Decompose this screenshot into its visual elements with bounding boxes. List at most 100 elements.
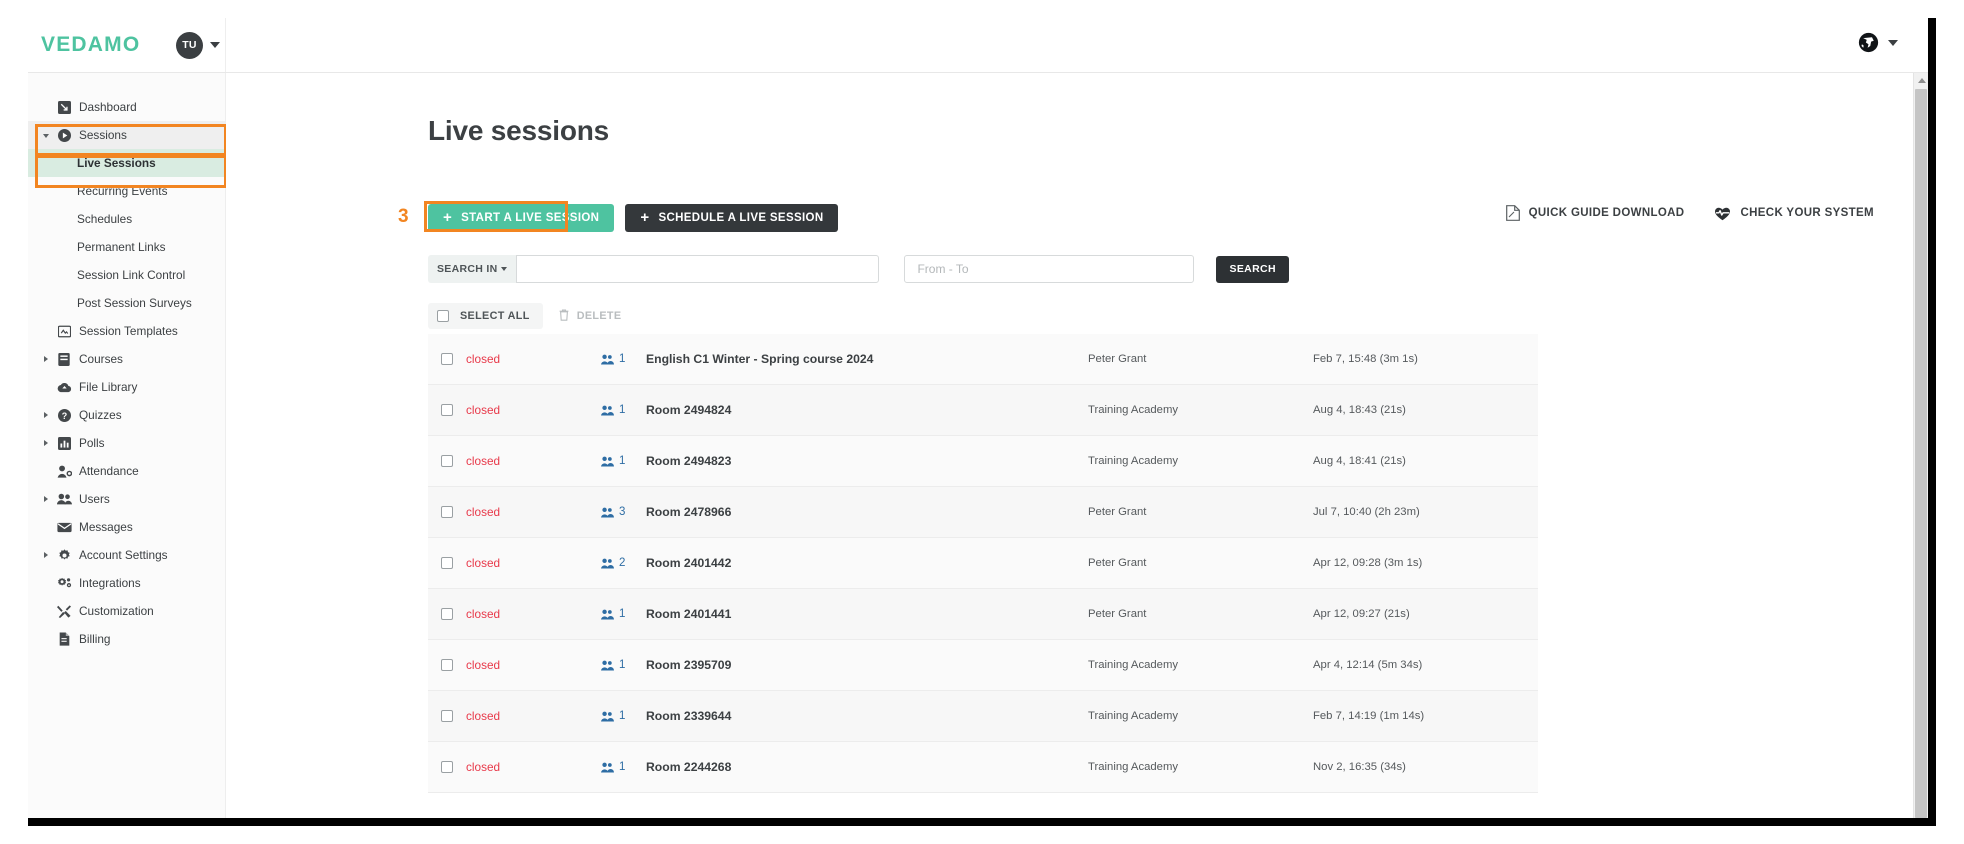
participants-cell: 1 [601, 404, 646, 416]
row-checkbox[interactable] [441, 710, 453, 722]
question-circle-icon: ? [56, 408, 72, 422]
sidebar-item-file-library[interactable]: File Library [28, 373, 225, 401]
select-all-checkbox[interactable] [437, 310, 449, 322]
session-date: Feb 7, 15:48 (3m 1s) [1313, 353, 1418, 365]
table-row[interactable]: closed 1 Room 2339644 Training Academy Feb 7… [428, 691, 1538, 742]
scrollbar-thumb[interactable] [1915, 89, 1927, 818]
session-name[interactable]: Room 2401441 [646, 607, 1088, 621]
session-name[interactable]: English C1 Winter - Spring course 2024 [646, 352, 1088, 366]
participants-count: 1 [619, 455, 626, 467]
sidebar-item-post-session-surveys[interactable]: Post Session Surveys [28, 289, 225, 317]
participants-cell: 1 [601, 710, 646, 722]
sidebar-item-schedules[interactable]: Schedules [28, 205, 225, 233]
session-name[interactable]: Room 2494824 [646, 403, 1088, 417]
session-name[interactable]: Room 2395709 [646, 658, 1088, 672]
bulk-actions-bar: SELECT ALL DELETE [428, 303, 627, 329]
quick-guide-download-link[interactable]: QUICK GUIDE DOWNLOAD [1505, 205, 1685, 221]
sidebar-item-account-settings[interactable]: Account Settings [28, 541, 225, 569]
primary-action-buttons: + START A LIVE SESSION + SCHEDULE A LIVE… [428, 204, 839, 232]
vertical-scrollbar[interactable] [1913, 73, 1928, 818]
schedule-a-live-session-label: SCHEDULE A LIVE SESSION [658, 212, 824, 224]
session-name[interactable]: Room 2339644 [646, 709, 1088, 723]
status-badge: closed [466, 454, 501, 468]
sidebar-item-polls[interactable]: Polls [28, 429, 225, 457]
sidebar-item-label: Quizzes [79, 408, 122, 422]
participants-count: 1 [619, 710, 626, 722]
table-row[interactable]: closed 1 English C1 Winter - Spring course… [428, 334, 1538, 385]
row-checkbox-cell [428, 557, 466, 569]
select-all-label: SELECT ALL [460, 310, 530, 322]
session-name[interactable]: Room 2478966 [646, 505, 1088, 519]
sidebar-item-label: Courses [79, 352, 123, 366]
session-name[interactable]: Room 2401442 [646, 556, 1088, 570]
sidebar-item-label: Recurring Events [77, 184, 168, 198]
start-a-live-session-button[interactable]: + START A LIVE SESSION [428, 204, 615, 232]
avatar[interactable]: TU [176, 32, 203, 59]
date-range-input[interactable] [904, 255, 1195, 283]
language-switcher[interactable] [1858, 32, 1898, 53]
chevron-down-icon[interactable] [210, 42, 220, 48]
sidebar-item-customization[interactable]: Customization [28, 597, 225, 625]
search-button[interactable]: SEARCH [1216, 255, 1289, 283]
participants-cell: 1 [601, 608, 646, 620]
row-checkbox[interactable] [441, 455, 453, 467]
row-checkbox-cell [428, 455, 466, 467]
chevron-down-icon[interactable] [1888, 39, 1898, 46]
table-row[interactable]: closed 1 Room 2494824 Training Academy Aug 4… [428, 385, 1538, 436]
brand-pane: VEDAMO TU [28, 18, 226, 72]
row-checkbox[interactable] [441, 608, 453, 620]
sidebar-item-billing[interactable]: Billing [28, 625, 225, 653]
session-name[interactable]: Room 2494823 [646, 454, 1088, 468]
table-row[interactable]: closed 1 Room 2494823 Training Academy Aug 4… [428, 436, 1538, 487]
sidebar-item-recurring-events[interactable]: Recurring Events [28, 177, 225, 205]
row-checkbox[interactable] [441, 353, 453, 365]
row-checkbox[interactable] [441, 404, 453, 416]
table-row[interactable]: closed 1 Room 2401441 Peter Grant Apr 12, 09… [428, 589, 1538, 640]
sidebar-item-session-link-control[interactable]: Session Link Control [28, 261, 225, 289]
status-badge: closed [466, 607, 501, 621]
schedule-a-live-session-button[interactable]: + SCHEDULE A LIVE SESSION [625, 204, 839, 232]
select-all-button[interactable]: SELECT ALL [428, 303, 543, 329]
sidebar-item-users[interactable]: Users [28, 485, 225, 513]
sidebar-item-attendance[interactable]: Attendance [28, 457, 225, 485]
table-row[interactable]: closed 2 Room 2401442 Peter Grant Apr 12, 09… [428, 538, 1538, 589]
row-checkbox-cell [428, 353, 466, 365]
participants-count: 3 [619, 506, 626, 518]
delete-button[interactable]: DELETE [553, 309, 628, 324]
sidebar-item-dashboard[interactable]: Dashboard [28, 93, 225, 121]
sidebar-item-label: Messages [79, 520, 133, 534]
sidebar-item-permanent-links[interactable]: Permanent Links [28, 233, 225, 261]
vedamo-logo[interactable]: VEDAMO [41, 33, 140, 57]
sidebar-item-label: Session Link Control [77, 268, 186, 282]
sidebar-item-messages[interactable]: Messages [28, 513, 225, 541]
sidebar-item-courses[interactable]: Courses [28, 345, 225, 373]
scroll-up-arrow-icon[interactable] [1917, 78, 1926, 83]
row-checkbox[interactable] [441, 506, 453, 518]
sidebar-item-integrations[interactable]: Integrations [28, 569, 225, 597]
chevron-right-icon [44, 552, 48, 558]
row-checkbox[interactable] [441, 557, 453, 569]
row-checkbox[interactable] [441, 761, 453, 773]
search-input[interactable] [516, 255, 880, 283]
table-row[interactable]: closed 3 Room 2478966 Peter Grant Jul 7, 10:… [428, 487, 1538, 538]
sidebar-item-session-templates[interactable]: Session Templates [28, 317, 225, 345]
session-name[interactable]: Room 2244268 [646, 760, 1088, 774]
sidebar-item-live-sessions[interactable]: Live Sessions [28, 149, 225, 177]
sidebar-item-label: Customization [79, 604, 154, 618]
search-in-dropdown[interactable]: SEARCH IN [428, 255, 517, 283]
search-in-label: SEARCH IN [437, 263, 498, 275]
envelope-icon [56, 522, 72, 533]
table-row[interactable]: closed 1 Room 2395709 Training Academy Apr 4… [428, 640, 1538, 691]
session-owner: Training Academy [1088, 404, 1178, 416]
sidebar-item-label: File Library [79, 380, 138, 394]
sidebar-item-quizzes[interactable]: ? Quizzes [28, 401, 225, 429]
row-checkbox[interactable] [441, 659, 453, 671]
table-row[interactable]: closed 1 Room 2244268 Training Academy Nov 2… [428, 742, 1538, 793]
sidebar-item-sessions[interactable]: Sessions [28, 121, 225, 149]
status-badge: closed [466, 709, 501, 723]
users-icon [601, 660, 614, 671]
delete-label: DELETE [576, 310, 622, 322]
sidebar-item-label: Post Session Surveys [77, 296, 192, 310]
check-your-system-link[interactable]: CHECK YOUR SYSTEM [1714, 206, 1874, 221]
users-icon [601, 456, 614, 467]
